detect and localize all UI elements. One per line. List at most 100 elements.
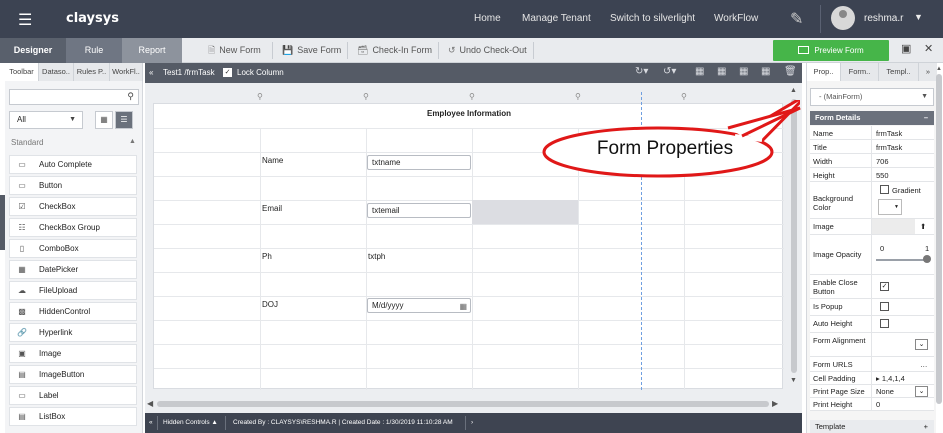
- control-checkbox[interactable]: ☑ CheckBox: [9, 197, 137, 216]
- collapse-icon[interactable]: –: [924, 111, 928, 125]
- theme-brush-icon[interactable]: ✎: [790, 9, 803, 29]
- tab-toolbar[interactable]: Toolbar: [5, 63, 39, 81]
- close-icon[interactable]: ✕: [924, 42, 933, 55]
- save-form-button[interactable]: 💾 Save Form: [282, 38, 341, 63]
- nav-switch-silverlight[interactable]: Switch to silverlight: [610, 13, 695, 24]
- column-handle-icon[interactable]: ⚲: [257, 92, 263, 101]
- undo-checkout-button[interactable]: ↺ Undo Check-Out: [448, 38, 527, 63]
- new-form-button[interactable]: 🗎 New Form: [208, 38, 261, 63]
- delete-trash-icon[interactable]: 🗑: [784, 66, 797, 77]
- enable-close-checkbox[interactable]: ✓: [880, 282, 889, 291]
- name-field[interactable]: txtname: [367, 155, 471, 170]
- cell-padding-value[interactable]: ▸ 1,4,1,4: [876, 374, 905, 383]
- grid-view-button[interactable]: ▦: [95, 111, 113, 129]
- user-avatar[interactable]: [831, 6, 855, 30]
- username[interactable]: reshma.r: [864, 13, 903, 24]
- horizontal-scrollbar[interactable]: ◀ ▶: [145, 399, 785, 409]
- column-handle-icon[interactable]: ⚲: [469, 92, 475, 101]
- slider-knob[interactable]: [923, 255, 931, 263]
- control-image[interactable]: ▣ Image: [9, 344, 137, 363]
- scroll-up-icon[interactable]: ▲: [936, 66, 942, 72]
- layout-columns-icon[interactable]: ▦: [717, 66, 726, 77]
- opacity-slider[interactable]: [876, 259, 928, 261]
- layout-grid-icon[interactable]: ▦: [695, 66, 704, 77]
- toolbox-collapse-handle[interactable]: [0, 195, 5, 250]
- lock-column-checkbox[interactable]: ✓: [223, 68, 232, 77]
- is-popup-checkbox[interactable]: [880, 302, 889, 311]
- control-listbox[interactable]: ▤ ListBox: [9, 407, 137, 426]
- hamburger-menu-icon[interactable]: ☰: [18, 10, 32, 30]
- prop-value[interactable]: 706: [876, 157, 889, 166]
- user-menu-chevron-down-icon[interactable]: ▼: [914, 12, 923, 22]
- nav-manage-tenant[interactable]: Manage Tenant: [522, 13, 591, 24]
- scroll-right-icon[interactable]: ▶: [772, 399, 778, 408]
- label-doj[interactable]: DOJ: [262, 300, 278, 309]
- tab-form[interactable]: Form..: [841, 63, 879, 81]
- nav-workflow[interactable]: WorkFlow: [714, 13, 758, 24]
- expand-right-icon[interactable]: »: [919, 63, 937, 81]
- properties-scrollbar[interactable]: ▲: [936, 66, 943, 404]
- scroll-left-icon[interactable]: ◀: [147, 399, 153, 408]
- phone-field[interactable]: txtph: [368, 252, 385, 261]
- toolbox-search-input[interactable]: ⚲: [9, 89, 139, 105]
- scroll-up-icon[interactable]: ▲: [790, 87, 797, 94]
- label-name[interactable]: Name: [262, 156, 283, 165]
- control-auto-complete[interactable]: ▭ Auto Complete: [9, 155, 137, 174]
- layout-table-icon[interactable]: ▦: [761, 66, 770, 77]
- expand-right-icon[interactable]: ›: [471, 419, 473, 426]
- tab-rules-panel[interactable]: Rules P..: [74, 63, 110, 81]
- gradient-checkbox[interactable]: [880, 185, 889, 194]
- tab-template[interactable]: Templ..: [879, 63, 919, 81]
- image-field[interactable]: [872, 219, 915, 234]
- prop-value[interactable]: frmTask: [876, 143, 902, 152]
- control-hyperlink[interactable]: 🔗 Hyperlink: [9, 323, 137, 342]
- layout-rows-icon[interactable]: ▦: [739, 66, 748, 77]
- more-button[interactable]: …: [920, 360, 928, 369]
- column-handle-icon[interactable]: ⚲: [363, 92, 369, 101]
- calendar-icon[interactable]: ▦: [459, 300, 467, 313]
- scroll-thumb[interactable]: [936, 74, 942, 404]
- restore-window-icon[interactable]: ▣: [901, 42, 911, 55]
- control-hidden-control[interactable]: ▩ HiddenControl: [9, 302, 137, 321]
- tab-workflow[interactable]: WorkFl..: [110, 63, 143, 81]
- doj-datepicker[interactable]: M/d/yyyy ▦: [367, 298, 471, 313]
- tab-rule[interactable]: Rule: [66, 38, 122, 63]
- undo-icon[interactable]: ↺▾: [663, 66, 676, 77]
- email-field[interactable]: txtemail: [367, 203, 471, 218]
- control-datepicker[interactable]: ▦ DatePicker: [9, 260, 137, 279]
- list-view-button[interactable]: ☰: [115, 111, 133, 129]
- label-email[interactable]: Email: [262, 204, 282, 213]
- redo-icon[interactable]: ↻▾: [635, 66, 648, 77]
- control-image-button[interactable]: ▤ ImageButton: [9, 365, 137, 384]
- section-standard[interactable]: Standard: [11, 138, 43, 147]
- control-button[interactable]: ▭ Button: [9, 176, 137, 195]
- tab-designer[interactable]: Designer: [0, 38, 66, 63]
- selected-cell[interactable]: [472, 200, 578, 224]
- tab-properties[interactable]: Prop..: [807, 63, 841, 81]
- color-picker[interactable]: ▼: [878, 199, 902, 215]
- control-checkbox-group[interactable]: ☷ CheckBox Group: [9, 218, 137, 237]
- scroll-down-icon[interactable]: ▼: [790, 377, 797, 384]
- collapse-left-icon[interactable]: «: [149, 68, 153, 77]
- template-section[interactable]: Template +: [810, 420, 934, 433]
- control-filter-select[interactable]: All ▼: [9, 111, 83, 129]
- prop-value[interactable]: frmTask: [876, 129, 902, 138]
- control-label-item[interactable]: ▭ Label: [9, 386, 137, 405]
- search-icon[interactable]: ⚲: [127, 91, 134, 102]
- expand-plus-icon[interactable]: +: [924, 420, 928, 433]
- form-details-header[interactable]: Form Details –: [810, 111, 934, 125]
- preview-form-button[interactable]: Preview Form: [773, 40, 889, 61]
- collapse-chevron-icon[interactable]: ▲: [129, 138, 136, 145]
- check-in-form-button[interactable]: 🗃 Check-In Form: [357, 38, 432, 63]
- hidden-controls-toggle[interactable]: Hidden Controls ▲: [163, 419, 218, 426]
- page-size-value[interactable]: None: [876, 387, 894, 396]
- alignment-dropdown[interactable]: ⌄: [915, 339, 928, 350]
- label-ph[interactable]: Ph: [262, 252, 272, 261]
- scroll-thumb[interactable]: [157, 401, 769, 407]
- print-height-value[interactable]: 0: [876, 400, 880, 409]
- control-fileupload[interactable]: ☁ FileUpload: [9, 281, 137, 300]
- form-element-select[interactable]: - (MainForm) ▼: [810, 88, 934, 106]
- collapse-left-icon[interactable]: «: [149, 419, 153, 426]
- upload-icon[interactable]: ⬆: [920, 222, 926, 231]
- tab-report[interactable]: Report: [122, 38, 182, 63]
